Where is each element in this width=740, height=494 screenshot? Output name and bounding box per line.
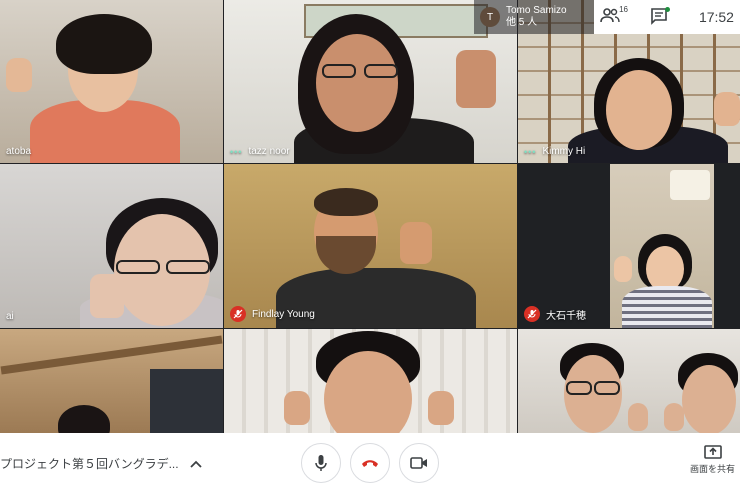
video-tile-oishi-chiho[interactable]: 大石千穂	[518, 164, 740, 328]
participant-name-tag: Findlay Young	[230, 306, 315, 322]
participant-name: Kimmy Hi	[542, 146, 586, 157]
end-call-button[interactable]	[350, 443, 390, 483]
share-screen-button[interactable]: 画面を共有	[690, 445, 735, 475]
host-others: 他 5 人	[506, 17, 538, 28]
participants-count: 16	[619, 5, 628, 14]
speaking-indicator-icon: •••	[230, 146, 243, 157]
mic-off-icon	[230, 306, 246, 322]
video-tile-atoba[interactable]: atoba	[0, 0, 223, 163]
microphone-icon	[315, 455, 327, 471]
participant-name-tag: 大石千穂	[524, 306, 586, 322]
camera-button[interactable]	[399, 443, 439, 483]
presenter-info: T Tomo Samizo 他 5 人	[474, 0, 600, 34]
participant-name-tag: ai	[6, 311, 14, 322]
participant-name: ai	[6, 311, 14, 322]
participant-name: Findlay Young	[252, 308, 315, 320]
video-tile-7[interactable]	[0, 329, 223, 433]
video-tile-8[interactable]	[224, 329, 517, 433]
camera-icon	[410, 457, 427, 469]
top-bar: 16 17:52	[594, 0, 740, 34]
video-tile-ai[interactable]: ai	[0, 164, 223, 328]
host-name: Tomo Samizo	[506, 5, 567, 16]
meeting-title: プロジェクト第５回バングラデ...	[0, 457, 179, 471]
participant-name: atoba	[6, 146, 32, 157]
video-tile-findlay-young[interactable]: Findlay Young	[224, 164, 517, 328]
participant-name-tag: ••• tazz noor	[230, 146, 290, 157]
avatar: T	[480, 7, 500, 27]
participants-button[interactable]: 16	[600, 5, 628, 27]
chat-button[interactable]	[650, 7, 671, 27]
video-tile-9[interactable]	[518, 329, 740, 433]
participant-name: 大石千穂	[546, 310, 586, 322]
participant-video-frame	[610, 164, 714, 328]
hang-up-icon	[362, 460, 378, 467]
clock: 17:52	[698, 9, 734, 25]
present-screen-icon	[703, 445, 722, 459]
chat-notification-dot	[665, 7, 671, 12]
bottom-bar: プロジェクト第５回バングラデ... 画面を共有	[0, 433, 740, 494]
window	[150, 369, 223, 433]
video-grid: atoba ••• tazz noor ••• Kimmy Hi ai Find…	[0, 0, 740, 433]
microphone-button[interactable]	[301, 443, 341, 483]
chevron-up-icon	[190, 457, 202, 471]
participant-name-tag: ••• Kimmy Hi	[524, 146, 585, 157]
share-screen-label: 画面を共有	[690, 464, 736, 474]
mic-off-icon	[524, 306, 540, 322]
participant-name-tag: atoba	[6, 146, 31, 157]
meeting-details-button[interactable]: プロジェクト第５回バングラデ...	[0, 433, 224, 494]
people-icon	[600, 8, 620, 23]
speaking-indicator-icon: •••	[524, 146, 537, 157]
participant-name: tazz noor	[248, 146, 290, 157]
